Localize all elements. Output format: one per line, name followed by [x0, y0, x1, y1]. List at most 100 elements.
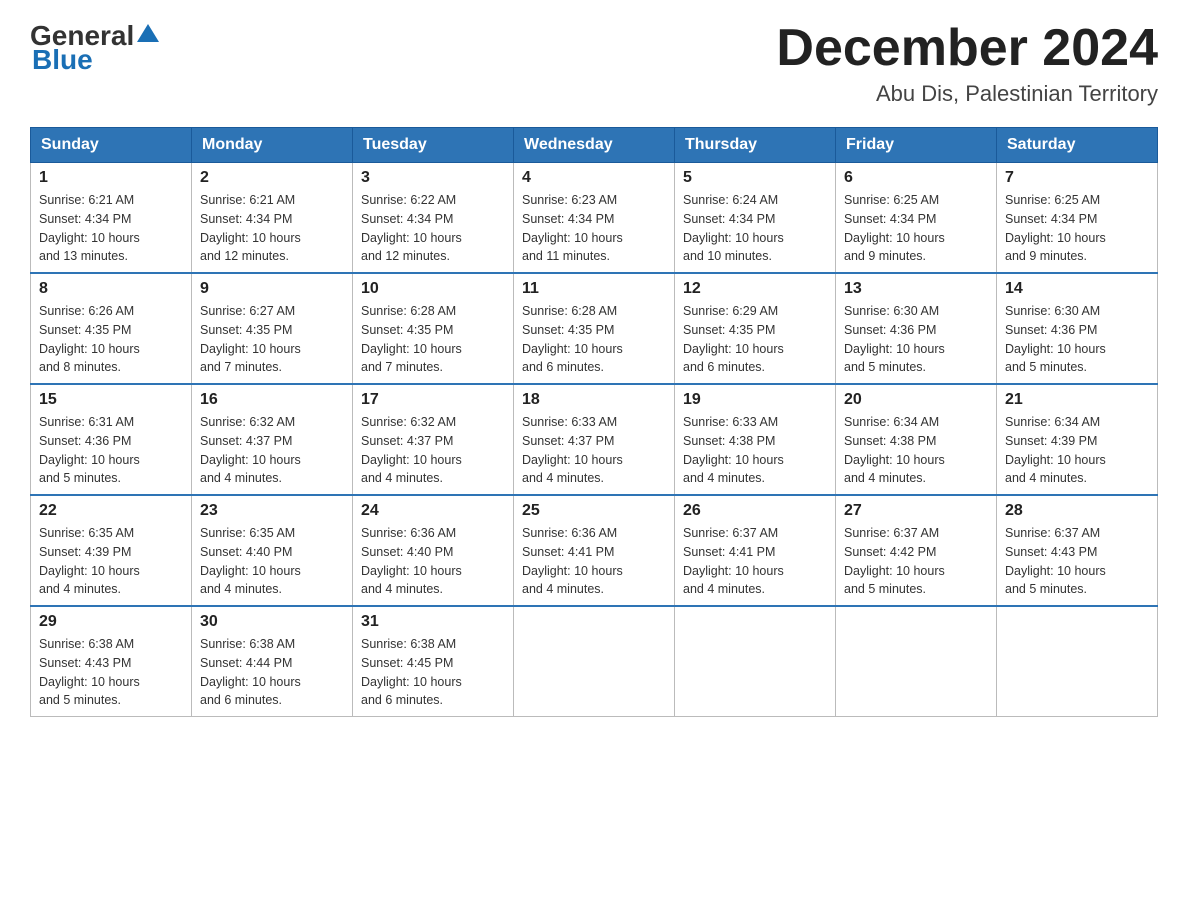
calendar-cell: [997, 606, 1158, 717]
logo-triangle-icon: [137, 22, 159, 44]
day-number: 12: [683, 280, 827, 298]
calendar-header-thursday: Thursday: [675, 128, 836, 163]
calendar-cell: 31Sunrise: 6:38 AMSunset: 4:45 PMDayligh…: [353, 606, 514, 717]
calendar-cell: 9 Sunrise: 6:27 AMSunset: 4:35 PMDaylight…: [192, 273, 353, 384]
calendar-cell: 18 Sunrise: 6:33 AMSunset: 4:37 PMDayligh…: [514, 384, 675, 495]
calendar-cell: 30Sunrise: 6:38 AMSunset: 4:44 PMDayligh…: [192, 606, 353, 717]
day-info: Sunrise: 6:32 AMSunset: 4:37 PMDaylight:…: [361, 413, 505, 488]
day-number: 29: [39, 613, 183, 631]
day-number: 6: [844, 169, 988, 187]
day-number: 27: [844, 502, 988, 520]
logo-text-blue: Blue: [32, 44, 93, 76]
day-info: Sunrise: 6:21 AMSunset: 4:34 PMDaylight:…: [200, 191, 344, 266]
day-info: Sunrise: 6:38 AMSunset: 4:44 PMDaylight:…: [200, 635, 344, 710]
day-number: 26: [683, 502, 827, 520]
day-info: Sunrise: 6:28 AMSunset: 4:35 PMDaylight:…: [522, 302, 666, 377]
day-info: Sunrise: 6:35 AMSunset: 4:39 PMDaylight:…: [39, 524, 183, 599]
calendar-cell: 1 Sunrise: 6:21 AMSunset: 4:34 PMDaylight…: [31, 163, 192, 274]
calendar-header-tuesday: Tuesday: [353, 128, 514, 163]
day-number: 4: [522, 169, 666, 187]
calendar-cell: 10 Sunrise: 6:28 AMSunset: 4:35 PMDayligh…: [353, 273, 514, 384]
day-info: Sunrise: 6:30 AMSunset: 4:36 PMDaylight:…: [844, 302, 988, 377]
day-number: 31: [361, 613, 505, 631]
day-info: Sunrise: 6:34 AMSunset: 4:39 PMDaylight:…: [1005, 413, 1149, 488]
calendar-cell: 14 Sunrise: 6:30 AMSunset: 4:36 PMDayligh…: [997, 273, 1158, 384]
day-number: 10: [361, 280, 505, 298]
day-number: 16: [200, 391, 344, 409]
calendar-cell: 26 Sunrise: 6:37 AMSunset: 4:41 PMDayligh…: [675, 495, 836, 606]
day-number: 15: [39, 391, 183, 409]
calendar-header-sunday: Sunday: [31, 128, 192, 163]
day-info: Sunrise: 6:29 AMSunset: 4:35 PMDaylight:…: [683, 302, 827, 377]
calendar-cell: 4Sunrise: 6:23 AMSunset: 4:34 PMDaylight…: [514, 163, 675, 274]
day-number: 24: [361, 502, 505, 520]
day-info: Sunrise: 6:37 AMSunset: 4:43 PMDaylight:…: [1005, 524, 1149, 599]
day-info: Sunrise: 6:33 AMSunset: 4:37 PMDaylight:…: [522, 413, 666, 488]
calendar-cell: 11 Sunrise: 6:28 AMSunset: 4:35 PMDayligh…: [514, 273, 675, 384]
calendar-cell: 13 Sunrise: 6:30 AMSunset: 4:36 PMDayligh…: [836, 273, 997, 384]
calendar-header-saturday: Saturday: [997, 128, 1158, 163]
day-number: 20: [844, 391, 988, 409]
day-number: 9: [200, 280, 344, 298]
calendar-cell: 3Sunrise: 6:22 AMSunset: 4:34 PMDaylight…: [353, 163, 514, 274]
day-info: Sunrise: 6:34 AMSunset: 4:38 PMDaylight:…: [844, 413, 988, 488]
day-number: 13: [844, 280, 988, 298]
page-header: General Blue December 2024 Abu Dis, Pale…: [30, 20, 1158, 107]
day-number: 11: [522, 280, 666, 298]
calendar-cell: 2 Sunrise: 6:21 AMSunset: 4:34 PMDaylight…: [192, 163, 353, 274]
day-number: 1: [39, 169, 183, 187]
month-title: December 2024: [776, 20, 1158, 77]
day-number: 17: [361, 391, 505, 409]
day-number: 23: [200, 502, 344, 520]
day-info: Sunrise: 6:24 AMSunset: 4:34 PMDaylight:…: [683, 191, 827, 266]
calendar-cell: 19Sunrise: 6:33 AMSunset: 4:38 PMDayligh…: [675, 384, 836, 495]
calendar-week-row: 22 Sunrise: 6:35 AMSunset: 4:39 PMDayligh…: [31, 495, 1158, 606]
calendar-header-monday: Monday: [192, 128, 353, 163]
day-info: Sunrise: 6:28 AMSunset: 4:35 PMDaylight:…: [361, 302, 505, 377]
calendar-cell: 23 Sunrise: 6:35 AMSunset: 4:40 PMDayligh…: [192, 495, 353, 606]
day-number: 5: [683, 169, 827, 187]
calendar-cell: 27Sunrise: 6:37 AMSunset: 4:42 PMDayligh…: [836, 495, 997, 606]
day-number: 22: [39, 502, 183, 520]
calendar-week-row: 15 Sunrise: 6:31 AMSunset: 4:36 PMDayligh…: [31, 384, 1158, 495]
calendar-cell: [514, 606, 675, 717]
day-number: 18: [522, 391, 666, 409]
calendar-cell: 20 Sunrise: 6:34 AMSunset: 4:38 PMDayligh…: [836, 384, 997, 495]
day-number: 3: [361, 169, 505, 187]
calendar-header-row: SundayMondayTuesdayWednesdayThursdayFrid…: [31, 128, 1158, 163]
day-info: Sunrise: 6:35 AMSunset: 4:40 PMDaylight:…: [200, 524, 344, 599]
day-number: 28: [1005, 502, 1149, 520]
calendar-header-wednesday: Wednesday: [514, 128, 675, 163]
day-info: Sunrise: 6:27 AMSunset: 4:35 PMDaylight:…: [200, 302, 344, 377]
day-info: Sunrise: 6:36 AMSunset: 4:40 PMDaylight:…: [361, 524, 505, 599]
day-info: Sunrise: 6:31 AMSunset: 4:36 PMDaylight:…: [39, 413, 183, 488]
calendar-cell: 28 Sunrise: 6:37 AMSunset: 4:43 PMDayligh…: [997, 495, 1158, 606]
calendar-week-row: 29 Sunrise: 6:38 AMSunset: 4:43 PMDayligh…: [31, 606, 1158, 717]
day-info: Sunrise: 6:38 AMSunset: 4:43 PMDaylight:…: [39, 635, 183, 710]
calendar-cell: 8Sunrise: 6:26 AMSunset: 4:35 PMDaylight…: [31, 273, 192, 384]
day-info: Sunrise: 6:25 AMSunset: 4:34 PMDaylight:…: [844, 191, 988, 266]
calendar-cell: 15 Sunrise: 6:31 AMSunset: 4:36 PMDayligh…: [31, 384, 192, 495]
day-info: Sunrise: 6:36 AMSunset: 4:41 PMDaylight:…: [522, 524, 666, 599]
day-info: Sunrise: 6:21 AMSunset: 4:34 PMDaylight:…: [39, 191, 183, 266]
day-info: Sunrise: 6:30 AMSunset: 4:36 PMDaylight:…: [1005, 302, 1149, 377]
day-info: Sunrise: 6:25 AMSunset: 4:34 PMDaylight:…: [1005, 191, 1149, 266]
calendar-cell: 17 Sunrise: 6:32 AMSunset: 4:37 PMDayligh…: [353, 384, 514, 495]
day-number: 7: [1005, 169, 1149, 187]
day-number: 14: [1005, 280, 1149, 298]
calendar-cell: 25 Sunrise: 6:36 AMSunset: 4:41 PMDayligh…: [514, 495, 675, 606]
day-number: 8: [39, 280, 183, 298]
day-number: 25: [522, 502, 666, 520]
calendar-cell: 29 Sunrise: 6:38 AMSunset: 4:43 PMDayligh…: [31, 606, 192, 717]
calendar-cell: 21 Sunrise: 6:34 AMSunset: 4:39 PMDayligh…: [997, 384, 1158, 495]
calendar-cell: 5 Sunrise: 6:24 AMSunset: 4:34 PMDaylight…: [675, 163, 836, 274]
day-number: 21: [1005, 391, 1149, 409]
day-info: Sunrise: 6:37 AMSunset: 4:41 PMDaylight:…: [683, 524, 827, 599]
calendar-cell: 16Sunrise: 6:32 AMSunset: 4:37 PMDayligh…: [192, 384, 353, 495]
calendar-cell: [675, 606, 836, 717]
calendar-cell: [836, 606, 997, 717]
day-number: 2: [200, 169, 344, 187]
title-area: December 2024 Abu Dis, Palestinian Terri…: [776, 20, 1158, 107]
calendar-week-row: 8Sunrise: 6:26 AMSunset: 4:35 PMDaylight…: [31, 273, 1158, 384]
calendar-header-friday: Friday: [836, 128, 997, 163]
